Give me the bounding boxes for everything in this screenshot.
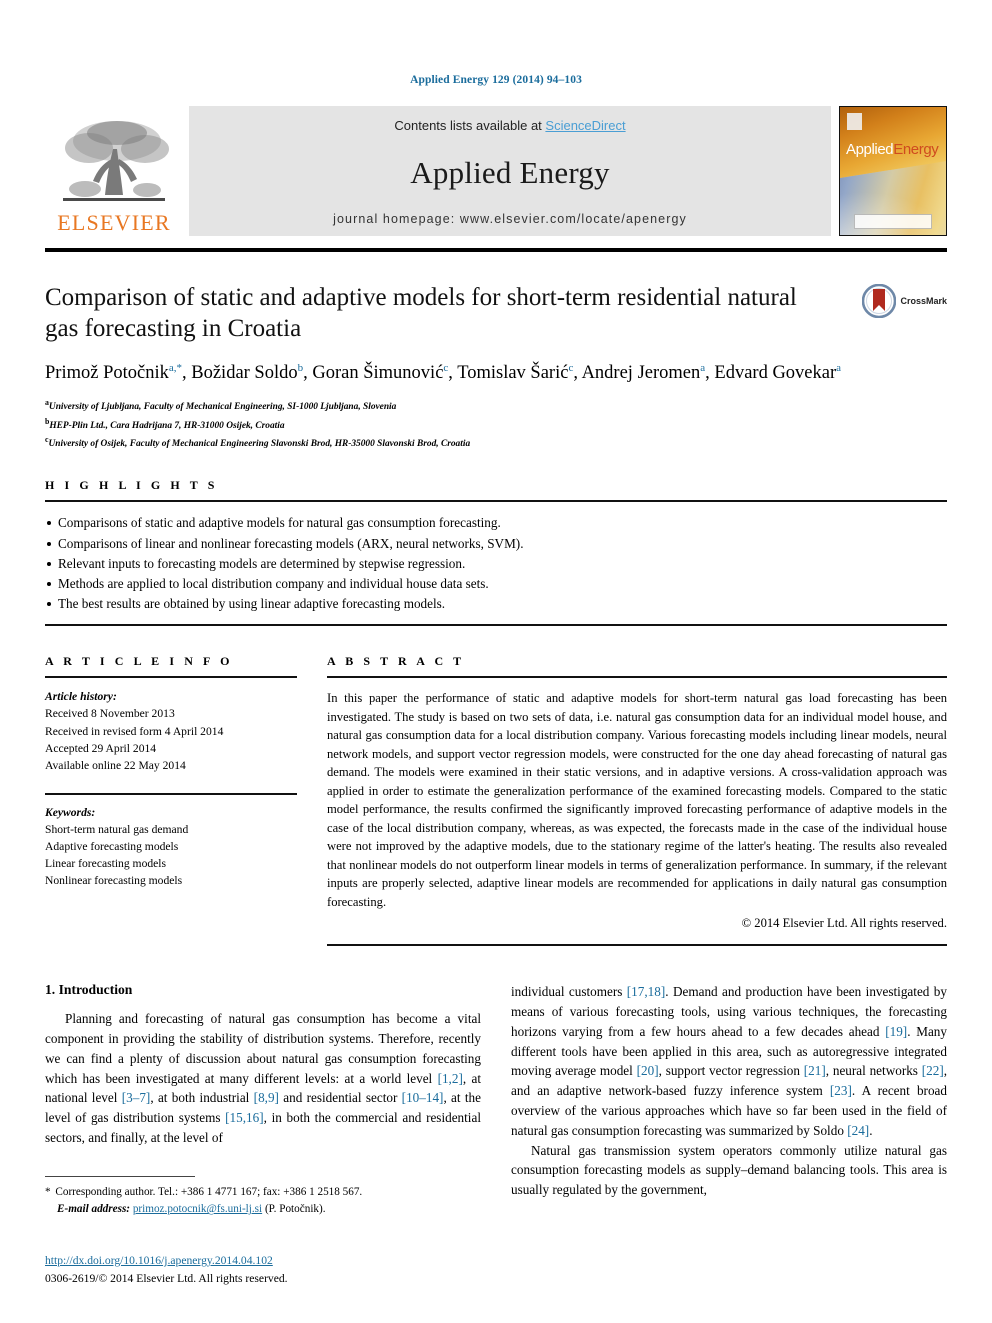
history-item: Accepted 29 April 2014 <box>45 741 157 755</box>
journal-cover-image: AppliedEnergy <box>839 106 947 236</box>
page-title: Comparison of static and adaptive models… <box>45 284 797 342</box>
author-list: Primož Potočnika,*, Božidar Soldob, Gora… <box>45 361 842 383</box>
body-column-left: 1. Introduction Planning and forecasting… <box>45 982 481 1200</box>
email-label: E-mail address: <box>57 1203 131 1216</box>
journal-title: Applied Energy <box>410 154 610 190</box>
title-block: Comparison of static and adaptive models… <box>45 282 947 452</box>
list-item: Comparisons of linear and nonlinear fore… <box>45 534 947 554</box>
article-info-section: A R T I C L E I N F O Article history: R… <box>45 654 297 946</box>
info-abstract-row: A R T I C L E I N F O Article history: R… <box>45 654 947 947</box>
article-history-block: Article history: Received 8 November 201… <box>45 688 297 774</box>
affiliation-item: cUniversity of Osijek, Faculty of Mechan… <box>45 434 947 452</box>
abstract-rule <box>327 676 947 679</box>
crossmark-badge[interactable]: CrossMark <box>862 284 947 318</box>
list-item: Relevant inputs to forecasting models ar… <box>45 554 947 574</box>
affiliation-item: aUniversity of Ljubljana, Faculty of Mec… <box>45 397 947 415</box>
contents-box: Contents lists available at ScienceDirec… <box>189 106 831 236</box>
doi-block: http://dx.doi.org/10.1016/j.apenergy.201… <box>45 1252 288 1288</box>
affiliation-list: aUniversity of Ljubljana, Faculty of Mec… <box>45 397 947 452</box>
email-line: E-mail address: primoz.potocnik@fs.uni-l… <box>45 1201 485 1218</box>
keywords-label: Keywords: <box>45 805 96 819</box>
running-head: Applied Energy 129 (2014) 94–103 <box>410 74 582 86</box>
elsevier-tree-icon <box>63 121 169 201</box>
highlights-section: H I G H L I G H T S Comparisons of stati… <box>45 478 947 627</box>
body-column-right: individual customers [17,18]. Demand and… <box>511 982 947 1200</box>
keywords-rule <box>45 793 297 795</box>
abstract-copyright: © 2014 Elsevier Ltd. All rights reserved… <box>741 916 947 931</box>
elsevier-logo: ELSEVIER <box>45 106 183 236</box>
journal-homepage[interactable]: journal homepage: www.elsevier.com/locat… <box>333 212 687 226</box>
abstract-section: A B S T R A C T In this paper the perfor… <box>327 654 947 947</box>
intro-paragraph-right-1: individual customers [17,18]. Demand and… <box>511 984 948 1138</box>
sciencedirect-link[interactable]: ScienceDirect <box>545 118 625 133</box>
affiliation-text: University of Osijek, Faculty of Mechani… <box>48 439 471 450</box>
masthead-divider <box>45 248 947 252</box>
keyword-item: Short-term natural gas demand <box>45 822 189 836</box>
section-heading-introduction: 1. Introduction <box>45 982 133 998</box>
list-item: Methods are applied to local distributio… <box>45 574 947 594</box>
highlights-bottom-rule <box>45 624 947 627</box>
abstract-bottom-rule <box>327 944 947 947</box>
cover-title: AppliedEnergy <box>846 141 942 158</box>
highlights-top-rule <box>45 500 947 503</box>
history-item: Available online 22 May 2014 <box>45 758 186 772</box>
keywords-block: Keywords: Short-term natural gas demand … <box>45 793 297 889</box>
paper-page: Applied Energy 129 (2014) 94–103 ELSEVIE… <box>0 0 992 1323</box>
highlights-list: Comparisons of static and adaptive model… <box>45 513 947 614</box>
abstract-heading: A B S T R A C T <box>327 654 465 669</box>
corresponding-author-line: * Corresponding author. Tel.: +386 1 477… <box>45 1186 363 1198</box>
affiliation-text: University of Ljubljana, Faculty of Mech… <box>48 402 397 413</box>
contents-available-line: Contents lists available at ScienceDirec… <box>394 118 625 133</box>
cover-title-applied: Applied <box>846 141 894 158</box>
affiliation-item: bHEP-Plin Ltd., Cara Hadrijana 7, HR-310… <box>45 416 947 434</box>
keyword-item: Nonlinear forecasting models <box>45 874 183 888</box>
list-item: The best results are obtained by using l… <box>45 594 947 614</box>
email-link[interactable]: primoz.potocnik@fs.uni-lj.si <box>133 1203 262 1215</box>
cover-footer-band <box>854 214 932 229</box>
corresponding-author-footnote: * Corresponding author. Tel.: +386 1 477… <box>45 1176 485 1219</box>
email-suffix: (P. Potočnik). <box>264 1203 326 1216</box>
history-item: Received 8 November 2013 <box>45 707 175 721</box>
keyword-item: Adaptive forecasting models <box>45 839 179 853</box>
journal-masthead: ELSEVIER Contents lists available at Sci… <box>45 106 947 236</box>
crossmark-label: CrossMark <box>900 296 947 306</box>
history-item: Received in revised form 4 April 2014 <box>45 724 224 738</box>
highlights-heading: H I G H L I G H T S <box>45 478 218 493</box>
issn-copyright-line: 0306-2619/© 2014 Elsevier Ltd. All right… <box>45 1271 288 1285</box>
article-info-heading: A R T I C L E I N F O <box>45 654 234 669</box>
elsevier-wordmark: ELSEVIER <box>57 210 171 235</box>
keywords-body: Keywords: Short-term natural gas demand … <box>45 804 297 890</box>
affiliation-text: HEP-Plin Ltd., Cara Hadrijana 7, HR-3100… <box>49 420 285 431</box>
cover-elsevier-mark-icon <box>847 113 862 130</box>
intro-paragraph-right-2: Natural gas transmission system operator… <box>511 1142 947 1198</box>
footnote-rule <box>45 1176 195 1177</box>
abstract-text: In this paper the performance of static … <box>327 691 947 909</box>
article-info-rule <box>45 676 297 679</box>
article-history-label: Article history: <box>45 690 117 704</box>
crossmark-icon <box>862 284 897 318</box>
cover-title-energy: Energy <box>893 141 939 158</box>
keyword-item: Linear forecasting models <box>45 857 167 871</box>
body-columns: 1. Introduction Planning and forecasting… <box>45 982 947 1200</box>
contents-prefix-text: Contents lists available at <box>394 118 546 133</box>
list-item: Comparisons of static and adaptive model… <box>45 513 947 533</box>
intro-paragraph-left: Planning and forecasting of natural gas … <box>45 1011 481 1146</box>
doi-link[interactable]: http://dx.doi.org/10.1016/j.apenergy.201… <box>45 1254 273 1267</box>
